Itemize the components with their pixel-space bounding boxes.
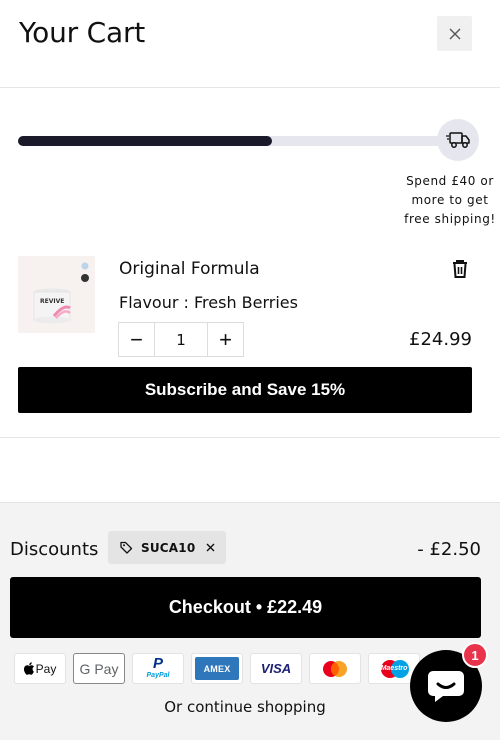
shipping-message-line: more to get <box>411 193 489 207</box>
shipping-message-line: free shipping! <box>404 212 496 226</box>
item-variant: Flavour : Fresh Berries <box>119 293 298 312</box>
shipping-message-line: Spend £40 or <box>406 174 494 188</box>
apple-pay-label: Pay <box>35 661 57 676</box>
visa-icon: VISA <box>250 653 302 684</box>
subscribe-and-save-button[interactable]: Subscribe and Save 15% <box>18 367 472 413</box>
quantity-value[interactable]: 1 <box>155 323 207 356</box>
shipping-truck-badge <box>437 119 479 161</box>
quantity-stepper: − 1 + <box>118 322 244 357</box>
amex-icon: AMEX <box>191 653 243 684</box>
discount-amount: - £2.50 <box>417 539 481 560</box>
google-pay-label: G Pay <box>79 660 119 677</box>
close-icon <box>449 28 460 39</box>
paypal-label: PayPal <box>146 672 170 679</box>
checkout-button[interactable]: Checkout • £22.49 <box>10 577 481 638</box>
free-shipping-message: Spend £40 or more to get free shipping! <box>396 172 500 229</box>
paypal-icon: P PayPal <box>132 653 184 684</box>
cart-header: Your Cart <box>0 0 500 88</box>
amex-label: AMEX <box>203 663 231 674</box>
item-name[interactable]: Original Formula <box>119 259 260 279</box>
mastercard-logo <box>323 660 347 677</box>
close-button[interactable] <box>437 16 472 51</box>
divider <box>0 437 500 438</box>
visa-label: VISA <box>260 661 292 676</box>
product-jar-image: REVIVE <box>18 256 95 333</box>
product-image-label: REVIVE <box>40 298 64 305</box>
google-pay-icon: G Pay <box>73 653 125 684</box>
apple-pay-icon: Pay <box>14 653 66 684</box>
decrease-quantity-button[interactable]: − <box>119 323 155 356</box>
increase-quantity-button[interactable]: + <box>207 323 243 356</box>
maestro-label: Maestro <box>380 665 408 672</box>
chat-icon <box>428 671 464 702</box>
trash-icon <box>453 260 467 278</box>
paypal-logo: P <box>152 655 163 672</box>
mastercard-icon <box>309 653 361 684</box>
tag-icon <box>120 541 133 554</box>
close-icon <box>206 543 215 551</box>
shipping-progress-bar <box>18 136 448 146</box>
remove-discount-button[interactable] <box>206 541 215 555</box>
shipping-progress-fill <box>18 136 272 146</box>
chat-notification-badge: 1 <box>462 642 488 668</box>
remove-item-button[interactable] <box>451 259 469 279</box>
apple-icon <box>23 662 34 675</box>
payment-methods: Pay G Pay P PayPal AMEX VISA Maestro <box>14 653 420 684</box>
truck-icon <box>446 132 470 148</box>
discount-code: SUCA10 <box>141 540 196 555</box>
item-price: £24.99 <box>409 329 472 350</box>
page-title: Your Cart <box>19 16 146 49</box>
discounts-label: Discounts <box>10 539 99 560</box>
product-image[interactable]: REVIVE <box>18 256 95 333</box>
discount-code-chip: SUCA10 <box>108 531 226 564</box>
